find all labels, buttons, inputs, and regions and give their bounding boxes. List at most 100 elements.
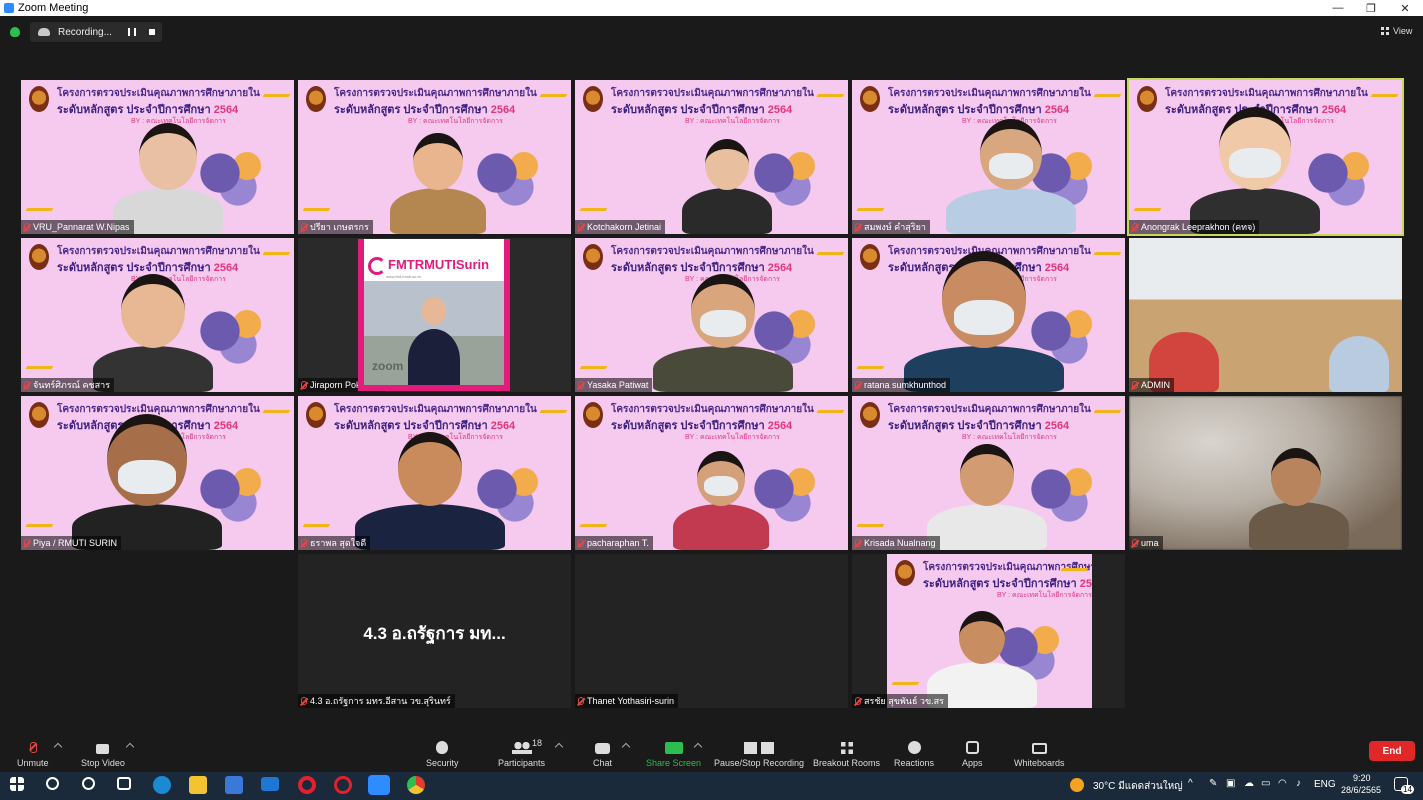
slide-year: 2564	[1079, 578, 1092, 590]
chat-button[interactable]: Chat	[593, 736, 612, 768]
decor-zigzag	[813, 252, 845, 260]
reactions-label: Reactions	[894, 758, 935, 768]
security-button[interactable]: Security	[426, 736, 459, 768]
participant-tile[interactable]: โครงการตรวจประเมินคุณภาพการศึกษาภายในระด…	[575, 396, 848, 550]
participant-tile[interactable]: โครงการตรวจประเมินคุณภาพการศึกษาภายในระด…	[21, 396, 294, 550]
volume-icon[interactable]: ♪	[1296, 778, 1301, 789]
participant-tile[interactable]: 4.3 อ.ถรัฐการ มท... 4.3 อ.ถรัฐการ มทร.อีส…	[298, 554, 571, 708]
photo-frame	[358, 239, 510, 391]
participant-tile[interactable]: โครงการตรวจประเมินคุณภาพการศึกษาภายในระด…	[575, 80, 848, 234]
slide-year: 2564	[767, 262, 793, 274]
participant-tile[interactable]: โครงการตรวจประเมินคุณภาพการศึกษาภายในระด…	[298, 80, 571, 234]
slide-title-text: ระดับหลักสูตร ประจำปีการศึกษา	[334, 104, 488, 116]
weather-sun-icon	[1070, 778, 1084, 792]
input-language[interactable]: ENG	[1314, 779, 1336, 790]
slide-year: 2564	[490, 104, 516, 116]
tray-onedrive-icon[interactable]: ☁	[1244, 778, 1254, 789]
participant-name: pacharaphan T.	[587, 538, 649, 548]
stop-recording-icon[interactable]	[149, 29, 155, 35]
participant-tile[interactable]: โครงการตรวจประเมินคุณภาพการศึกษาภายในระด…	[852, 396, 1125, 550]
participant-tile[interactable]: โครงการตรวจประเมินคุณภาพการศึกษาภายในระด…	[21, 238, 294, 392]
participant-name-bar: ADMIN	[1129, 378, 1174, 392]
university-logo-icon	[1137, 86, 1157, 112]
university-logo-icon	[306, 86, 326, 112]
window-titlebar: Zoom Meeting — ❐ ✕	[0, 0, 1423, 16]
unmute-button[interactable]: Unmute	[17, 736, 49, 768]
participant-name: ADMIN	[1141, 380, 1170, 390]
participant-name-bar: ธราพล สุดใจดี	[298, 536, 371, 550]
tray-app-icon[interactable]: ▣	[1226, 778, 1235, 789]
breakout-rooms-button[interactable]: Breakout Rooms	[813, 736, 880, 768]
participant-name-bar: 4.3 อ.ถรัฐการ มทร.อีสาน วข.สุรินทร์	[298, 694, 455, 708]
store-icon[interactable]	[225, 776, 243, 794]
notifications-count: 14	[1401, 785, 1414, 794]
participant-name-bar: สรชัย สุขพันธ์ วข.สร	[852, 694, 948, 708]
participant-name-bar: pacharaphan T.	[575, 536, 653, 550]
edge-browser-icon[interactable]	[153, 776, 171, 794]
pause-recording-icon[interactable]	[128, 28, 136, 36]
slide-title-line1: โครงการตรวจประเมินคุณภาพการศึกษาภายใน	[334, 404, 537, 415]
participant-tile[interactable]: โครงการตรวจประเมินคุณภาพการศึกษาภายในระด…	[21, 80, 294, 234]
view-button[interactable]: View	[1381, 26, 1412, 36]
decor-zigzag	[813, 94, 845, 102]
stop-video-button[interactable]: Stop Video	[81, 736, 125, 768]
participant-tile[interactable]: uma	[1129, 396, 1402, 550]
mic-muted-icon	[301, 381, 307, 389]
opera-icon[interactable]	[298, 776, 316, 794]
participant-tile[interactable]: โครงการตรวจประเมินคุณภาพการศึกษาภายในระด…	[852, 554, 1125, 708]
close-icon[interactable]: ✕	[1390, 0, 1420, 16]
meeting-toolbar	[0, 730, 1423, 772]
wifi-icon[interactable]: ◠	[1278, 778, 1287, 789]
task-view-icon[interactable]	[117, 777, 131, 790]
participant-tile[interactable]: ADMIN	[1129, 238, 1402, 392]
meeting-topbar	[0, 16, 1423, 48]
tray-pen-icon[interactable]: ✎	[1209, 778, 1217, 789]
share-screen-button[interactable]: Share Screen	[646, 736, 701, 768]
slide-title-line1: โครงการตรวจประเมินคุณภาพการศึกษาภายใน	[611, 246, 814, 257]
participant-tile[interactable]: โครงการตรวจประเมินคุณภาพการศึกษาภายในระด…	[852, 80, 1125, 234]
reactions-button[interactable]: Reactions	[894, 736, 934, 768]
battery-icon[interactable]: ▭	[1261, 778, 1270, 789]
mic-muted-icon	[301, 223, 307, 231]
slide-year: 2564	[1321, 104, 1347, 116]
zoom-taskbar-icon[interactable]	[368, 775, 390, 795]
participant-name-bar: Krisada Nualnang	[852, 536, 940, 550]
whiteboards-button[interactable]: Whiteboards	[1014, 736, 1065, 768]
minimize-icon[interactable]: —	[1323, 0, 1353, 16]
slide-year: 2564	[213, 104, 239, 116]
participant-tile[interactable]: โครงการตรวจประเมินคุณภาพการศึกษาภายในระด…	[1127, 78, 1404, 236]
pause-stop-recording-button[interactable]: Pause/Stop Recording	[714, 736, 804, 768]
participant-tile[interactable]: โครงการตรวจประเมินคุณภาพการศึกษาภายในระด…	[852, 238, 1125, 392]
participant-name: สรชัย สุขพันธ์ วข.สร	[864, 696, 944, 706]
clock-time[interactable]: 9:20	[1353, 773, 1371, 783]
chrome-icon[interactable]	[407, 776, 425, 794]
participant-tile[interactable]: Thanet Yothasiri-surin	[575, 554, 848, 708]
window-title: Zoom Meeting	[18, 2, 89, 14]
mic-muted-icon	[1132, 539, 1138, 547]
decor-zigzag	[853, 524, 885, 532]
windows-start-icon[interactable]	[10, 777, 24, 791]
encryption-shield-icon[interactable]	[10, 27, 20, 37]
participant-name: Krisada Nualnang	[864, 538, 936, 548]
slide-year: 2564	[1044, 104, 1070, 116]
restore-icon[interactable]: ❐	[1356, 0, 1386, 16]
participant-name: ธราพล สุดใจดี	[310, 538, 367, 548]
apps-button[interactable]: Apps	[962, 736, 983, 768]
tray-chevron-icon[interactable]: ^	[1188, 778, 1193, 789]
mail-icon[interactable]	[261, 777, 279, 791]
university-logo-icon	[860, 86, 880, 112]
slide-year: 2564	[767, 104, 793, 116]
participant-name-bar: ปรียา เกษตรกร	[298, 220, 373, 234]
clock-date[interactable]: 28/6/2565	[1341, 785, 1381, 795]
mic-muted-icon	[301, 539, 307, 547]
chat-bubble-icon	[595, 743, 610, 754]
decor-zigzag	[1090, 252, 1122, 260]
opera-gx-icon[interactable]	[334, 776, 352, 794]
participant-tile[interactable]: โครงการตรวจประเมินคุณภาพการศึกษาภายในระด…	[575, 238, 848, 392]
cortana-icon[interactable]	[82, 777, 95, 790]
search-icon[interactable]	[46, 777, 59, 790]
mic-muted-icon	[1132, 223, 1138, 231]
file-explorer-icon[interactable]	[189, 776, 207, 794]
participant-tile[interactable]: โครงการตรวจประเมินคุณภาพการศึกษาภายในระด…	[298, 396, 571, 550]
end-meeting-button[interactable]: End	[1369, 741, 1415, 761]
